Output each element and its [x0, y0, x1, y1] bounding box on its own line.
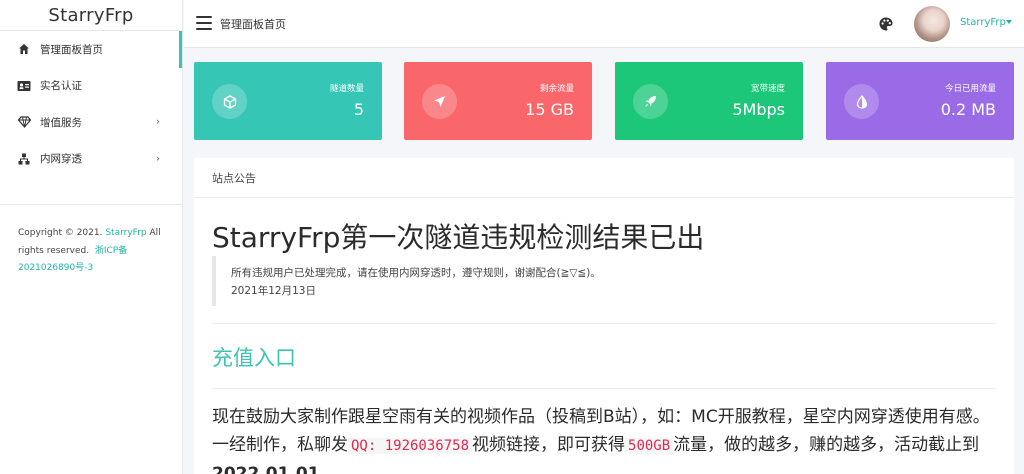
- sidebar: StarryFrp 管理面板首页 实名认证 增值服务 › 内网穿透 › Copy…: [0, 0, 183, 474]
- stat-value: 5: [353, 100, 364, 119]
- sidebar-item-real-name[interactable]: 实名认证: [0, 68, 182, 105]
- sidebar-item-tunnel[interactable]: 内网穿透 ›: [0, 141, 182, 178]
- divider: [212, 388, 996, 389]
- stat-value: 15 GB: [525, 100, 574, 119]
- sidebar-item-value-added[interactable]: 增值服务 ›: [0, 104, 182, 141]
- panel-heading: 站点公告: [194, 158, 1014, 198]
- page-title: 管理面板首页: [220, 18, 286, 31]
- traffic-code: 500GB: [625, 438, 674, 454]
- announcement-body: 现在鼓励大家制作跟星空雨有关的视频作品（投稿到B站），如：MC开服教程，星空内网…: [212, 403, 992, 474]
- stat-card-tunnels: 隧道数量 5: [194, 62, 382, 140]
- announcement-panel: 站点公告 StarryFrp第一次隧道违规检测结果已出 所有违规用户已处理完成，…: [194, 158, 1014, 474]
- sidebar-item-label: 增值服务: [40, 116, 82, 129]
- announcement-quote: 所有违规用户已处理完成，请在使用内网穿透时，遵守规则，谢谢配合(≧▽≦)。 20…: [212, 256, 912, 306]
- sidebar-item-dashboard[interactable]: 管理面板首页: [0, 31, 182, 68]
- network-icon: [17, 152, 31, 166]
- sidebar-item-label: 实名认证: [40, 80, 82, 93]
- stat-value: 0.2 MB: [940, 100, 996, 119]
- stat-card-bandwidth: 宽带速度 5Mbps: [615, 62, 803, 140]
- top-bar: 管理面板首页 StarryFrp: [184, 0, 1024, 48]
- stat-label: 宽带速度: [750, 84, 785, 94]
- divider: [212, 323, 996, 324]
- icp-link[interactable]: 浙ICP备: [95, 246, 127, 256]
- qq-code: QQ: 1926036758: [348, 438, 473, 454]
- copyright-text: Copyright © 2021.: [18, 228, 103, 238]
- stat-label: 剩余流量: [539, 84, 574, 94]
- announcement-title: StarryFrp第一次隧道违规检测结果已出: [212, 221, 705, 254]
- chevron-right-icon: ›: [156, 153, 160, 165]
- stat-label: 隧道数量: [329, 84, 364, 94]
- body-text-2: 视频链接，即可获得: [472, 435, 626, 455]
- palette-icon[interactable]: [878, 16, 894, 32]
- body-text-3: 流量，做的越多，赚的越多，活动截止到: [673, 435, 980, 455]
- copyright-all: All: [149, 228, 161, 238]
- stat-card-today-traffic: 今日已用流量 0.2 MB: [826, 62, 1014, 140]
- quote-text: 所有违规用户已处理完成，请在使用内网穿透时，遵守规则，谢谢配合(≧▽≦)。: [231, 267, 601, 279]
- diamond-icon: [17, 115, 31, 129]
- chevron-right-icon: ›: [156, 116, 160, 128]
- sidebar-item-label: 内网穿透: [40, 153, 82, 166]
- stat-label: 今日已用流量: [944, 84, 996, 94]
- recharge-heading: 充值入口: [212, 346, 296, 370]
- location-arrow-icon: [422, 84, 457, 119]
- menu-toggle-icon[interactable]: [196, 16, 212, 30]
- user-name[interactable]: StarryFrp: [960, 17, 1006, 28]
- announcement-date: 2021年12月13日: [231, 285, 316, 297]
- rocket-icon: [633, 84, 668, 119]
- cube-icon: [212, 84, 247, 119]
- stat-card-remaining-traffic: 剩余流量 15 GB: [404, 62, 592, 140]
- rights-text: rights reserved.: [18, 245, 90, 256]
- brand-logo[interactable]: StarryFrp: [0, 0, 182, 30]
- id-card-icon: [17, 79, 31, 93]
- half-drop-icon: [844, 84, 879, 119]
- caret-down-icon[interactable]: [1006, 20, 1012, 24]
- deadline-text: 2022.01.01: [212, 464, 320, 474]
- brand-link[interactable]: StarryFrp: [105, 228, 146, 238]
- stat-value: 5Mbps: [732, 100, 785, 119]
- user-avatar[interactable]: [914, 6, 950, 42]
- sidebar-item-label: 管理面板首页: [40, 43, 103, 56]
- home-icon: [17, 42, 31, 56]
- icp-number-link[interactable]: 2021026890号-3: [18, 263, 93, 273]
- sidebar-footer: Copyright © 2021. StarryFrp All rights r…: [0, 205, 182, 278]
